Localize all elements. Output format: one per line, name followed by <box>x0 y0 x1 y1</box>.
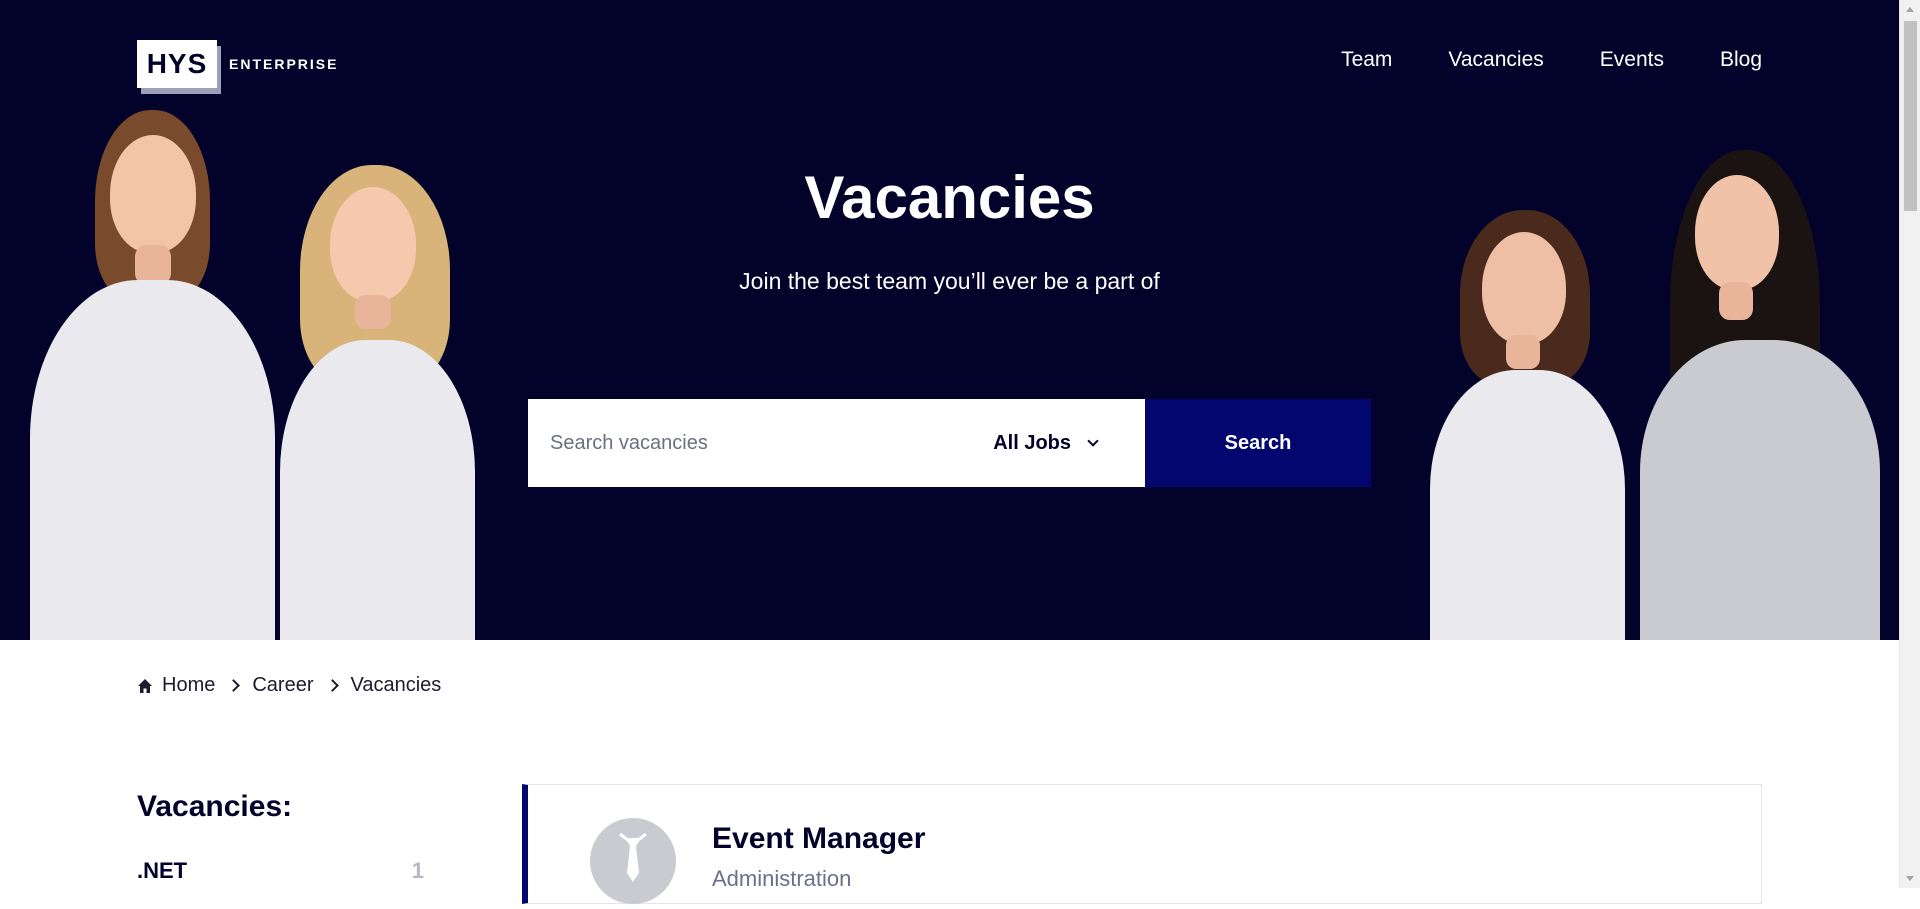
job-category-selected: All Jobs <box>993 431 1071 454</box>
scrollbar-thumb[interactable] <box>1904 21 1917 211</box>
hero-banner: HYS ENTERPRISE Team Vacancies Events Blo… <box>0 0 1899 640</box>
chevron-right-icon <box>325 679 339 692</box>
page-title: Vacancies <box>804 164 1095 231</box>
vacancy-search-bar: All Jobs Search <box>528 399 1371 487</box>
vacancy-title[interactable]: Event Manager <box>712 822 925 856</box>
logo-text: ENTERPRISE <box>229 56 339 72</box>
search-field-container: All Jobs <box>528 399 1145 487</box>
company-logo[interactable]: HYS ENTERPRISE <box>137 34 338 94</box>
nav-events[interactable]: Events <box>1600 48 1664 72</box>
job-category-select[interactable]: All Jobs <box>993 431 1099 455</box>
scroll-up-icon[interactable] <box>1906 7 1914 12</box>
sidebar-item-count: 1 <box>411 858 424 883</box>
sidebar-item-dotnet[interactable]: .NET 1 <box>137 858 424 884</box>
tie-icon <box>590 818 676 904</box>
hero-photo-woman-left-2 <box>265 165 485 640</box>
chevron-right-icon <box>227 679 241 692</box>
logo-mark: HYS <box>137 40 217 88</box>
nav-team[interactable]: Team <box>1341 48 1392 72</box>
breadcrumb-home[interactable]: Home <box>162 674 215 697</box>
scroll-down-icon[interactable] <box>1906 876 1914 881</box>
vacancy-department: Administration <box>712 866 852 891</box>
breadcrumb: Home Career Vacancies <box>137 674 441 697</box>
chevron-down-icon <box>1087 435 1099 447</box>
breadcrumb-current: Vacancies <box>350 674 442 696</box>
main-nav: Team Vacancies Events Blog <box>1341 48 1762 72</box>
vacancy-card[interactable]: Event Manager Administration <box>522 784 1762 904</box>
sidebar-title: Vacancies: <box>137 790 293 823</box>
nav-blog[interactable]: Blog <box>1720 48 1762 72</box>
page-scrollbar[interactable] <box>1899 0 1920 888</box>
search-button[interactable]: Search <box>1145 399 1371 487</box>
breadcrumb-career[interactable]: Career <box>252 674 313 697</box>
sidebar-item-label: .NET <box>137 858 188 883</box>
nav-vacancies[interactable]: Vacancies <box>1448 48 1543 72</box>
search-input[interactable] <box>548 430 994 456</box>
home-icon <box>138 678 152 693</box>
page-subtitle: Join the best team you’ll ever be a part… <box>739 268 1160 294</box>
site-header: HYS ENTERPRISE Team Vacancies Events Blo… <box>137 34 1762 94</box>
